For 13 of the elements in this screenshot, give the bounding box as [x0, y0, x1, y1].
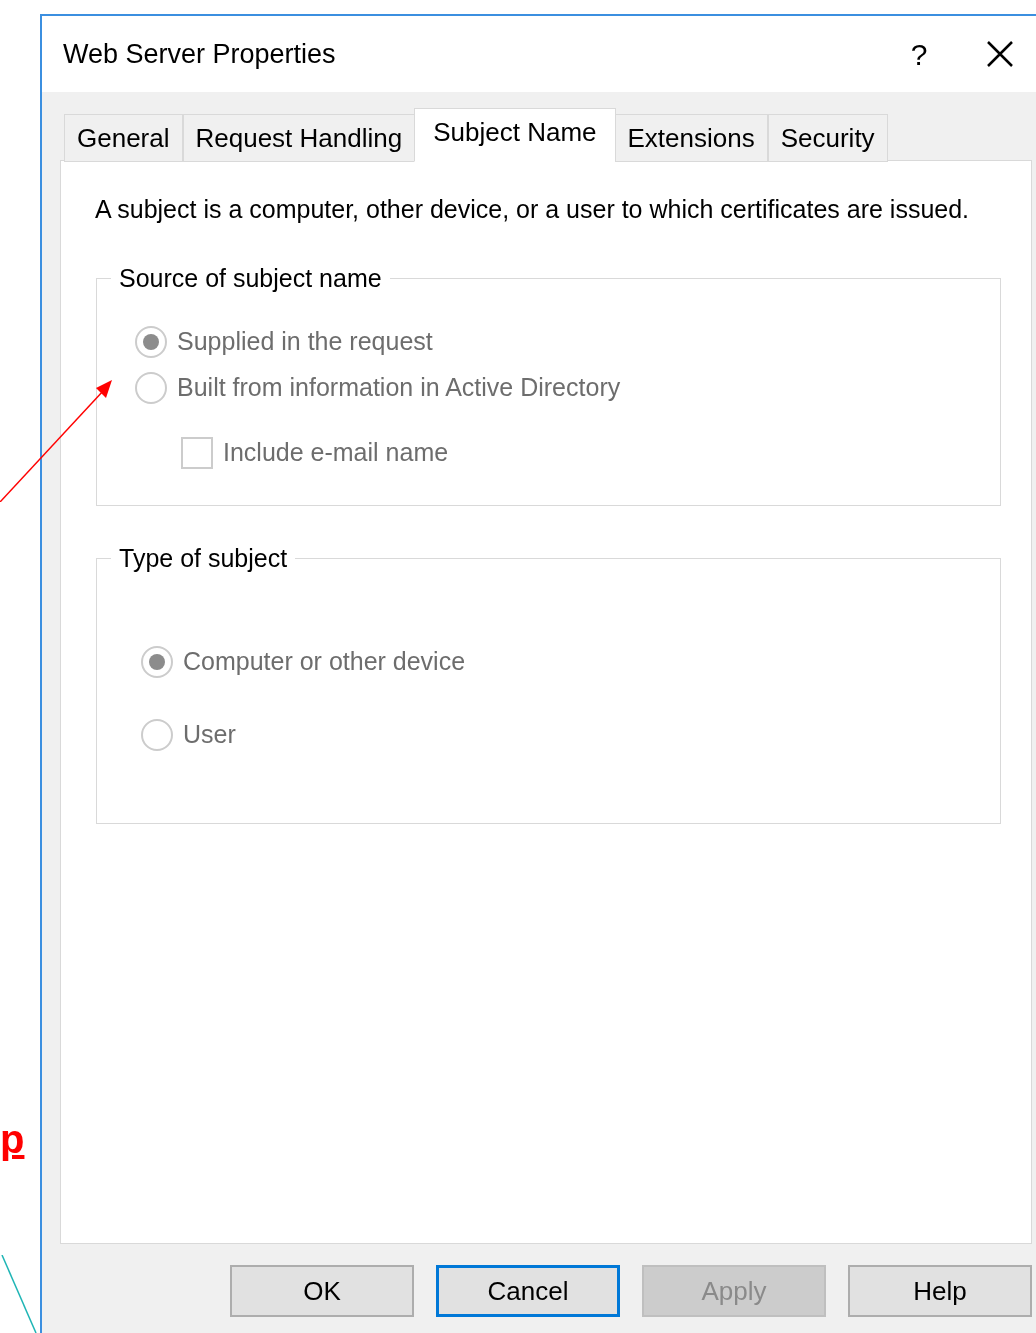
dialog-button[interactable]: Help	[848, 1265, 1032, 1317]
description-text: A subject is a computer, other device, or a user to which certificates are issued.	[95, 194, 971, 225]
tab[interactable]: General	[64, 114, 183, 162]
tab[interactable]: Subject Name	[414, 108, 616, 162]
window-title: Web Server Properties	[63, 37, 337, 71]
tab[interactable]: Extensions	[614, 114, 768, 162]
close-icon[interactable]	[986, 40, 1014, 68]
dialog-button[interactable]: Cancel	[436, 1265, 620, 1317]
help-button[interactable]: ?	[894, 31, 944, 77]
tab[interactable]: Security	[767, 114, 888, 162]
dialog-button[interactable]: OK	[230, 1265, 414, 1317]
annotation-text: p	[0, 1119, 25, 1159]
tab[interactable]: Request Handling	[182, 114, 416, 162]
